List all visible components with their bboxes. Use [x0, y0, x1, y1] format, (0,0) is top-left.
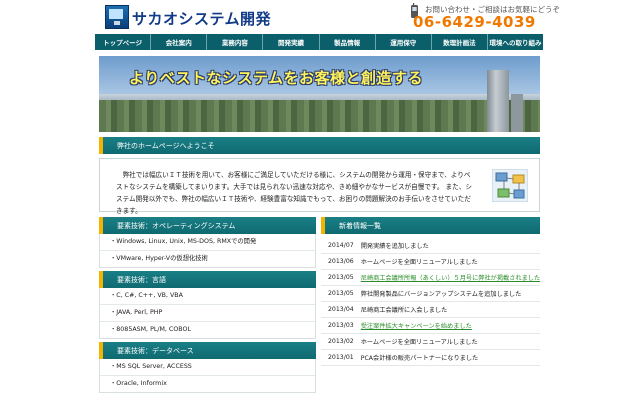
table-row: 2013/01 PCA会計様の販売パートナーになりました [321, 349, 541, 366]
news-date: 2013/03 [321, 317, 354, 334]
news-date: 2013/04 [321, 301, 354, 318]
tech-list-database: MS SQL Server, ACCESS Oracle, Informix [99, 359, 316, 393]
tech-block-os: 要素技術：オペレーティングシステム Windows, Linux, Unix, … [99, 217, 316, 268]
tech-list-languages: C, C#, C++, VB, VBA JAVA, Perl, PHP 8085… [99, 288, 316, 339]
welcome-text: 弊社では幅広いＩＴ技術を用いて、お客様にご満足していただける様に、システムの開発… [116, 171, 472, 215]
news-text: 尼崎商工会議所に入会しました [353, 301, 541, 318]
nav-item-achievements[interactable]: 開発実績 [263, 34, 320, 50]
tech-column: 要素技術：オペレーティングシステム Windows, Linux, Unix, … [99, 217, 316, 396]
table-row: 2013/02 ホームページを全面リニューアルしました [321, 333, 541, 350]
tech-list-os: Windows, Linux, Unix, MS-DOS, RMXでの開発 VM… [99, 234, 316, 268]
list-item: JAVA, Perl, PHP [100, 305, 315, 322]
page: サカオシステム開発 お問い合わせ・ご相談はお気軽にどうぞ 06-6429-403… [95, 0, 560, 400]
news-heading: 新着情報一覧 [321, 217, 540, 234]
news-text: PCA会計様の販売パートナーになりました [353, 349, 541, 366]
nav-item-top[interactable]: トップページ [95, 34, 152, 50]
list-item: VMware, Hyper-Vの仮想化技術 [100, 251, 315, 267]
nav-item-products[interactable]: 製品情報 [320, 34, 376, 50]
list-item: C, C#, C++, VB, VBA [100, 288, 315, 305]
table-row: 2013/05 尼崎商工会議所所報（あくしい）５月号に弊社が掲載されました [321, 269, 541, 286]
news-date: 2013/02 [321, 333, 354, 350]
news-link[interactable]: 尼崎商工会議所所報（あくしい）５月号に弊社が掲載されました [353, 269, 541, 286]
news-date: 2013/05 [321, 285, 354, 302]
hero-tagline: よりベストなシステムをお客様と創造する [129, 69, 424, 87]
tech-block-database: 要素技術：データベース MS SQL Server, ACCESS Oracle… [99, 342, 316, 393]
news-date: 2013/05 [321, 269, 354, 286]
welcome-heading: 弊社のホームページへようこそ [99, 137, 540, 154]
table-row: 2013/05 弊社開発製品にバージョンアップシステムを追加しました [321, 285, 541, 302]
site-header: サカオシステム開発 お問い合わせ・ご相談はお気軽にどうぞ 06-6429-403… [95, 0, 560, 33]
news-date: 2013/01 [321, 349, 354, 366]
news-link[interactable]: 受注案件拡大キャンペーンを始めました [353, 317, 541, 334]
table-row: 2013/03 受注案件拡大キャンペーンを始めました [321, 317, 541, 334]
list-item: Windows, Linux, Unix, MS-DOS, RMXでの開発 [100, 234, 315, 251]
tech-heading-languages: 要素技術：言語 [99, 271, 316, 288]
nav-item-maintenance[interactable]: 運用保守 [376, 34, 432, 50]
news-text: ホームページを全面リニューアルしました [353, 333, 541, 350]
table-row: 2014/07 開発実績を追加しました [321, 238, 541, 254]
news-text: 弊社開発製品にバージョンアップシステムを追加しました [353, 285, 541, 302]
welcome-box: 弊社では幅広いＩＴ技術を用いて、お客様にご満足していただける様に、システムの開発… [99, 158, 540, 215]
main-nav: トップページ 会社案内 業務内容 開発実績 製品情報 運用保守 数理計画法 環境… [95, 34, 543, 50]
hero-banner: よりベストなシステムをお客様と創造する [99, 56, 540, 132]
table-row: 2013/04 尼崎商工会議所に入会しました [321, 301, 541, 318]
nav-item-math-programming[interactable]: 数理計画法 [432, 34, 488, 50]
site-title[interactable]: サカオシステム開発 [132, 8, 271, 29]
list-item: MS SQL Server, ACCESS [100, 359, 315, 376]
tech-heading-database: 要素技術：データベース [99, 342, 316, 359]
list-item: Oracle, Informix [100, 376, 315, 392]
nav-item-services[interactable]: 業務内容 [207, 34, 264, 50]
phone-number: 06-6429-4039 [413, 13, 536, 31]
news-date: 2014/07 [321, 238, 354, 254]
tech-heading-os: 要素技術：オペレーティングシステム [99, 217, 316, 234]
logo-icon[interactable] [105, 5, 129, 29]
tech-block-languages: 要素技術：言語 C, C#, C++, VB, VBA JAVA, Perl, … [99, 271, 316, 339]
nav-item-company[interactable]: 会社案内 [151, 34, 208, 50]
news-text: ホームページを全面リニューアルしました [353, 253, 541, 270]
network-illustration-icon [492, 169, 528, 202]
news-table: 2014/07 開発実績を追加しました 2013/06 ホームページを全面リニュ… [321, 238, 541, 366]
news-text: 開発実績を追加しました [353, 238, 541, 254]
table-row: 2013/06 ホームページを全面リニューアルしました [321, 253, 541, 270]
news-date: 2013/06 [321, 253, 354, 270]
nav-item-environment[interactable]: 環境への取り組み [488, 34, 543, 50]
list-item: 8085ASM, PL/M, COBOL [100, 322, 315, 338]
